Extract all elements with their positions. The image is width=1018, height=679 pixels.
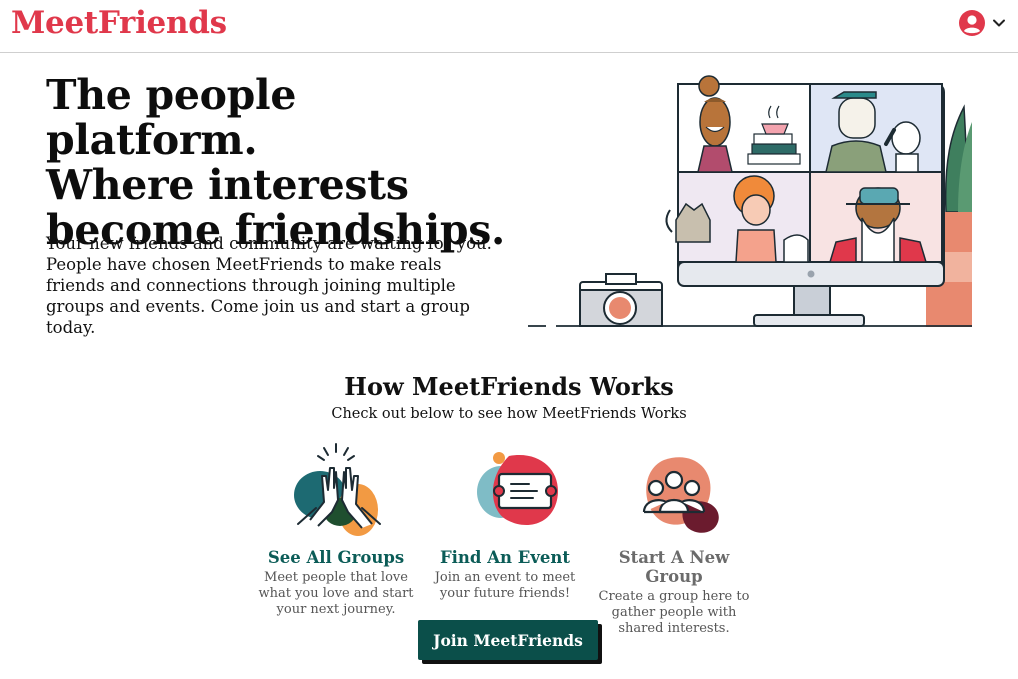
camera-illustration — [579, 273, 663, 327]
account-menu[interactable] — [958, 9, 1006, 37]
brand-logo[interactable]: MeetFriends — [11, 5, 227, 41]
chevron-down-icon[interactable] — [992, 16, 1006, 30]
high-five-icon — [294, 443, 381, 536]
ticket-icon — [477, 452, 558, 526]
feature-description: Meet people that love what you love and … — [258, 570, 414, 617]
hero-description: Your new friends and community are waiti… — [46, 234, 492, 337]
feature-description: Join an event to meet your future friend… — [434, 570, 576, 601]
top-navbar: MeetFriends — [0, 0, 1018, 53]
feature-title[interactable]: See All Groups — [256, 548, 416, 567]
hero-title: The people platform. Where interests bec… — [46, 73, 516, 253]
section-subtitle: Check out below to see how MeetFriends W… — [331, 406, 687, 422]
section-title: How MeetFriends Works — [344, 372, 674, 401]
feature-find-an-event[interactable]: Find An Event Join an event to meet your… — [425, 440, 585, 602]
join-button[interactable]: Join MeetFriends — [418, 620, 598, 660]
feature-title[interactable]: Start A New Group — [594, 548, 754, 586]
group-people-icon — [642, 457, 719, 533]
feature-see-all-groups[interactable]: See All Groups Meet people that love wha… — [256, 440, 416, 618]
feature-description: Create a group here to gather people wit… — [598, 589, 750, 636]
feature-start-new-group[interactable]: Start A New Group Create a group here to… — [594, 440, 754, 637]
feature-title[interactable]: Find An Event — [425, 548, 585, 567]
video-call-illustration — [528, 75, 972, 327]
hero-title-line: Where interests — [46, 161, 409, 209]
hero-title-line: The people platform. — [46, 71, 297, 164]
user-circle-icon[interactable] — [958, 9, 986, 37]
